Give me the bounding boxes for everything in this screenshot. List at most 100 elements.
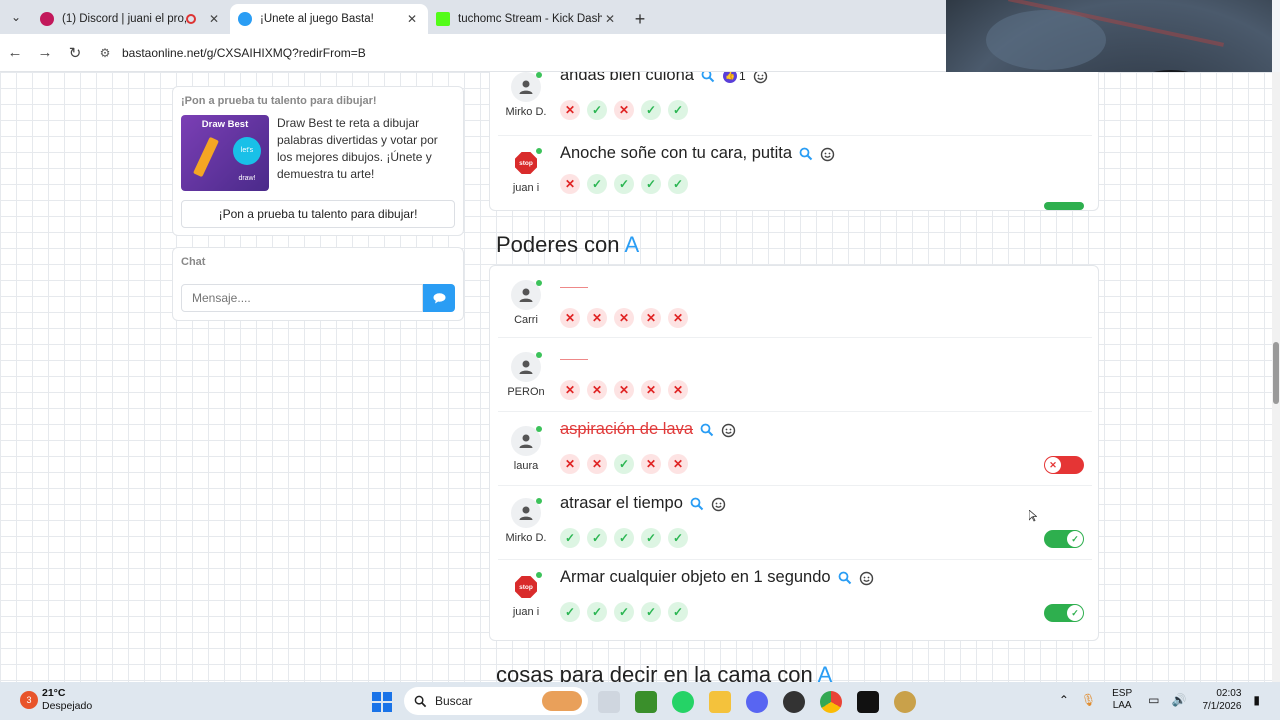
likes-count: 1 [738,72,746,83]
clock[interactable]: 02:03 7/1/2026 [1202,687,1241,713]
network-icon[interactable]: ▭ [1148,693,1159,707]
search-icon[interactable] [701,72,715,83]
player-name: laura [513,460,539,472]
discord-favicon-icon [40,12,54,26]
whatsapp-icon[interactable] [672,691,694,713]
tab-kick[interactable]: tuchomc Stream - Kick Dashbo ✕ [428,4,626,34]
minecraft-icon[interactable] [635,691,657,713]
add-reaction-icon[interactable] [721,422,737,438]
vote-no-icon: ✕ [587,454,607,474]
obs-icon[interactable] [783,691,805,713]
file-explorer-icon[interactable] [709,691,731,713]
vote-yes-icon: ✓ [668,100,688,120]
vote-yes-icon: ✓ [641,602,661,622]
promo-button[interactable]: ¡Pon a prueba tu talento para dibujar! [181,200,455,228]
player: Mirko D. [498,498,554,544]
capcut-icon[interactable] [857,691,879,713]
address-bar[interactable]: ⚙ bastaonline.net/g/CXSAIHIXMQ?redirFrom… [94,38,914,67]
answer-text: aspiración de lava [560,420,693,438]
draw-best-image[interactable]: Draw Best let's draw! [181,115,269,191]
chevron-up-icon[interactable]: ⌃ [1059,693,1069,707]
vote-no-icon: ✕ [668,380,688,400]
search-icon[interactable] [700,423,714,437]
vote-no-icon: ✕ [587,308,607,328]
pinned-apps [598,691,931,713]
mouse-cursor-icon [1029,510,1037,522]
tab-search-chevron-icon[interactable]: ⌄ [0,0,32,34]
player-name: juan i [512,182,540,194]
vote-no-icon: ✕ [668,308,688,328]
vote-yes-icon: ✓ [587,100,607,120]
answer-toggle-off[interactable]: ✕ [1044,456,1084,474]
thumbs-up-icon: 👍 [722,72,737,83]
game-app-icon[interactable] [894,691,916,713]
tab-title: (1) Discord | juani el pro, Lo [62,13,186,25]
microphone-icon[interactable]: 🎙 [1081,693,1096,707]
add-reaction-icon[interactable] [753,72,769,84]
empty-answer [560,278,588,288]
vote-yes-icon: ✓ [614,174,634,194]
answer-toggle-on[interactable]: ✓ [1044,530,1084,548]
page-scrollbar[interactable] [1272,72,1280,682]
answer-text: Armar cualquier objeto en 1 segundo [560,568,831,586]
back-icon[interactable]: ← [0,38,30,68]
vote-yes-icon: ✓ [641,528,661,548]
answer-toggle[interactable] [1044,202,1084,210]
search-icon[interactable] [690,497,704,511]
draw-best-logo-text: Draw Best [201,119,249,130]
forward-icon[interactable]: → [30,38,60,68]
player: Carri [498,280,554,326]
chat-message-input[interactable] [181,284,423,312]
vote-no-icon: ✕ [668,454,688,474]
task-view-icon[interactable] [598,691,620,713]
category-card: Carri ✕ ✕ ✕ ✕ ✕ PEROn ✕ ✕ ✕ ✕ ✕ laura as… [489,265,1099,641]
temperature: 21°C [42,687,66,699]
vote-no-icon: ✕ [641,454,661,474]
language-code: ESP [1112,688,1133,699]
new-tab-button[interactable]: + [626,4,654,34]
player: stop juan i [498,148,554,194]
answer-row: Mirko D. andas bien culona 👍 1 ✕ ✓ ✕ ✓ ✓ [498,72,1092,136]
vote-yes-icon: ✓ [614,454,634,474]
vote-no-icon: ✕ [560,308,580,328]
chrome-icon[interactable] [820,691,842,713]
close-tab-icon[interactable]: ✕ [404,12,420,26]
search-icon [414,695,427,707]
search-icon[interactable] [838,571,852,585]
language-indicator[interactable]: ESP LAA [1112,688,1132,712]
weather-widget[interactable]: 3 21°C Despejado [20,687,92,713]
site-settings-icon[interactable]: ⚙ [94,46,116,60]
add-reaction-icon[interactable] [859,570,875,586]
search-icon[interactable] [799,147,813,161]
windows-start-icon[interactable] [372,692,392,712]
stop-sign-icon: stop [515,576,537,598]
answer-toggle-on[interactable]: ✓ [1044,604,1084,622]
vote-yes-icon: ✓ [614,602,634,622]
vote-yes-icon: ✓ [587,174,607,194]
votes: ✕ ✓ ✓ ✓ ✓ [560,174,695,194]
online-indicator [536,498,542,504]
user-icon [519,434,533,448]
discord-icon[interactable] [746,691,768,713]
volume-icon[interactable]: 🔊 [1172,693,1187,707]
page-content: ¡Pon a prueba tu talento para dibujar! D… [0,72,1272,682]
category-title: Poderes con [496,232,625,257]
close-tab-icon[interactable]: ✕ [602,12,618,26]
reload-icon[interactable]: ↻ [60,38,90,68]
empty-answer [560,350,588,360]
close-tab-icon[interactable]: ✕ [206,12,222,26]
add-reaction-icon[interactable] [711,496,727,512]
notification-icon[interactable]: ▮ [1253,693,1260,707]
category-letter: A [817,662,833,682]
scrollbar-thumb[interactable] [1273,342,1279,404]
taskbar: 3 21°C Despejado Buscar ⌃ 🎙 ESP LAA ▭ 🔊 … [0,682,1280,720]
category-heading: cosas para decir en la cama con A [496,662,832,682]
player: laura [498,426,554,472]
taskbar-search[interactable]: Buscar [404,687,588,715]
tab-discord[interactable]: (1) Discord | juani el pro, Lo ✕ [32,4,230,34]
tab-basta[interactable]: ¡Únete al juego Basta! ✕ [230,4,428,34]
avatar [511,498,542,528]
avatar [511,352,542,382]
chat-send-button[interactable] [423,284,455,312]
add-reaction-icon[interactable] [820,146,836,162]
